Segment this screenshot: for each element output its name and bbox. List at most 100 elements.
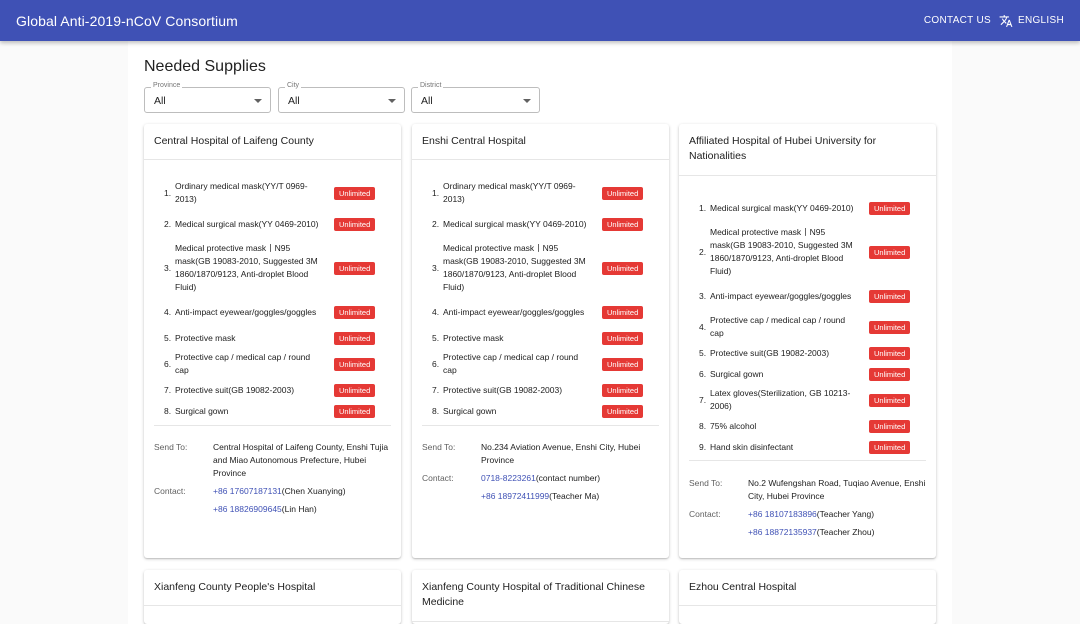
item-number: 8. — [699, 420, 707, 431]
contact-label-spacer — [689, 526, 748, 539]
supply-item: 7. Latex gloves(Sterilization, GB 10213-2… — [699, 387, 915, 413]
item-number: 3. — [432, 262, 440, 273]
hospital-card: Enshi Central Hospital 1. Ordinary medica… — [412, 124, 669, 558]
phone-link[interactable]: 0718-8223261 — [481, 473, 536, 483]
item-number: 5. — [699, 347, 707, 358]
item-number: 1. — [432, 187, 440, 198]
phone-link[interactable]: +86 18972411999 — [481, 491, 549, 501]
card-header-divider — [144, 159, 401, 160]
quantity-badge: Unlimited — [869, 201, 911, 215]
phone-link[interactable]: +86 18872135937 — [748, 527, 817, 537]
contact-label: Contact: — [422, 473, 454, 483]
item-name: Ordinary medical mask(YY/T 0969-2013) — [443, 181, 576, 204]
city-select[interactable]: City All — [278, 82, 405, 113]
contact-row: Contact: +86 18107183896(Teacher Yang) — [689, 508, 926, 521]
contact-label-spacer — [154, 503, 213, 516]
supply-item: 8. 75% alcohol Unlimited — [699, 418, 915, 434]
hospital-card: Xianfeng County People's Hospital — [144, 570, 401, 624]
supply-item: 7. Protective suit(GB 19082-2003) Unlimite… — [432, 382, 648, 398]
quantity-badge: Unlimited — [334, 186, 376, 200]
translate-icon — [999, 14, 1013, 27]
quantity-badge: Unlimited — [334, 357, 376, 371]
supply-item: 6. Protective cap / medical cap / round c… — [432, 351, 648, 377]
item-number: 3. — [699, 290, 707, 301]
quantity-badge: Unlimited — [602, 357, 644, 371]
contact-row: +86 18826909645(Lin Han) — [154, 503, 391, 516]
phone-link[interactable]: +86 18826909645 — [213, 504, 282, 514]
item-number: 6. — [432, 358, 440, 369]
item-name: Protective cap / medical cap / round cap — [443, 352, 579, 375]
chevron-down-icon — [254, 99, 262, 103]
supply-item: 1. Medical surgical mask(YY 0469-2010) Unl… — [699, 195, 915, 221]
contact-us-button[interactable]: CONTACT US — [924, 15, 991, 26]
send-to-address: No.234 Aviation Avenue, Enshi City, Hube… — [481, 442, 641, 465]
app-title[interactable]: Global Anti-2019-nCoV Consortium — [16, 13, 238, 29]
district-select-label: District — [418, 82, 444, 89]
app-bar: Global Anti-2019-nCoV Consortium CONTACT… — [0, 0, 1080, 41]
item-name: Medical surgical mask(YY 0469-2010) — [443, 218, 587, 229]
contact-entry: +86 18107183896(Teacher Yang) — [748, 508, 926, 521]
item-name: Protective suit(GB 19082-2003) — [175, 384, 295, 395]
supply-item: 8. Surgical gown Unlimited — [432, 403, 648, 419]
quantity-badge: Unlimited — [602, 383, 644, 397]
item-number: 6. — [699, 368, 707, 379]
contact-label-spacer — [422, 490, 481, 503]
contact-person: (Teacher Yang) — [816, 509, 875, 519]
item-name: Surgical gown — [175, 405, 229, 416]
language-button[interactable]: ENGLISH — [999, 14, 1064, 28]
supply-item: 3. Anti-impact eyewear/goggles/goggles Unl… — [699, 283, 915, 309]
chevron-down-icon — [388, 99, 396, 103]
quantity-badge: Unlimited — [602, 404, 644, 418]
item-number: 4. — [699, 321, 707, 332]
item-name: Protective suit(GB 19082-2003) — [443, 384, 563, 395]
page-title: Needed Supplies — [144, 58, 266, 75]
send-to-row: Send To: No.2 Wufengshan Road, Tuqiao Av… — [689, 477, 926, 503]
item-number: 9. — [699, 441, 707, 452]
quantity-badge: Unlimited — [869, 346, 911, 360]
item-name: Anti-impact eyewear/goggles/goggles — [710, 290, 852, 301]
card-header-divider — [679, 175, 936, 176]
quantity-badge: Unlimited — [602, 331, 644, 345]
item-name: Medical protective mask丨N95 mask(GB 1908… — [443, 243, 586, 292]
quantity-badge: Unlimited — [869, 419, 911, 433]
province-select[interactable]: Province All — [144, 82, 271, 113]
supply-list: 1. Ordinary medical mask(YY/T 0969-2013) U… — [432, 180, 648, 419]
item-name: Medical surgical mask(YY 0469-2010) — [175, 218, 319, 229]
item-name: Hand skin disinfectant — [710, 441, 794, 452]
hospital-name: Ezhou Central Hospital — [689, 581, 797, 593]
item-number: 4. — [432, 306, 440, 317]
province-select-value: All — [154, 95, 166, 107]
quantity-badge: Unlimited — [869, 289, 911, 303]
phone-link[interactable]: +86 17607187131 — [213, 486, 282, 496]
card-header-divider — [412, 621, 669, 622]
hospital-name: Central Hospital of Laifeng County — [154, 135, 314, 147]
contact-label: Contact: — [154, 486, 186, 496]
language-label: ENGLISH — [1017, 15, 1064, 26]
item-number: 2. — [699, 246, 707, 257]
card-header-divider — [412, 159, 669, 160]
item-number: 3. — [164, 262, 172, 273]
send-to-label: Send To: — [154, 442, 188, 452]
chevron-down-icon — [523, 99, 531, 103]
district-select[interactable]: District All — [411, 82, 540, 113]
hospital-card: Ezhou Central Hospital — [679, 570, 936, 624]
item-number: 6. — [164, 358, 172, 369]
card-section-divider — [689, 460, 926, 461]
card-section-divider — [154, 425, 391, 426]
contact-row: Contact: +86 17607187131(Chen Xuanying) — [154, 485, 391, 498]
item-number: 1. — [699, 202, 707, 213]
item-name: Medical protective mask丨N95 mask(GB 1908… — [710, 227, 853, 276]
item-name: Latex gloves(Sterilization, GB 10213-200… — [710, 388, 851, 411]
item-name: Surgical gown — [710, 368, 764, 379]
district-select-value: All — [421, 95, 433, 107]
quantity-badge: Unlimited — [334, 261, 376, 275]
item-number: 7. — [699, 394, 707, 405]
card-header-divider — [144, 605, 401, 606]
delivery-info: Send To: No.234 Aviation Avenue, Enshi C… — [422, 441, 659, 508]
city-select-value: All — [288, 95, 300, 107]
item-number: 1. — [164, 187, 172, 198]
send-to-address: No.2 Wufengshan Road, Tuqiao Avenue, Ens… — [748, 478, 926, 501]
supply-item: 2. Medical surgical mask(YY 0469-2010) Unl… — [432, 211, 648, 237]
phone-link[interactable]: +86 18107183896 — [748, 509, 817, 519]
hospital-card: Central Hospital of Laifeng County 1. Ord… — [144, 124, 401, 558]
